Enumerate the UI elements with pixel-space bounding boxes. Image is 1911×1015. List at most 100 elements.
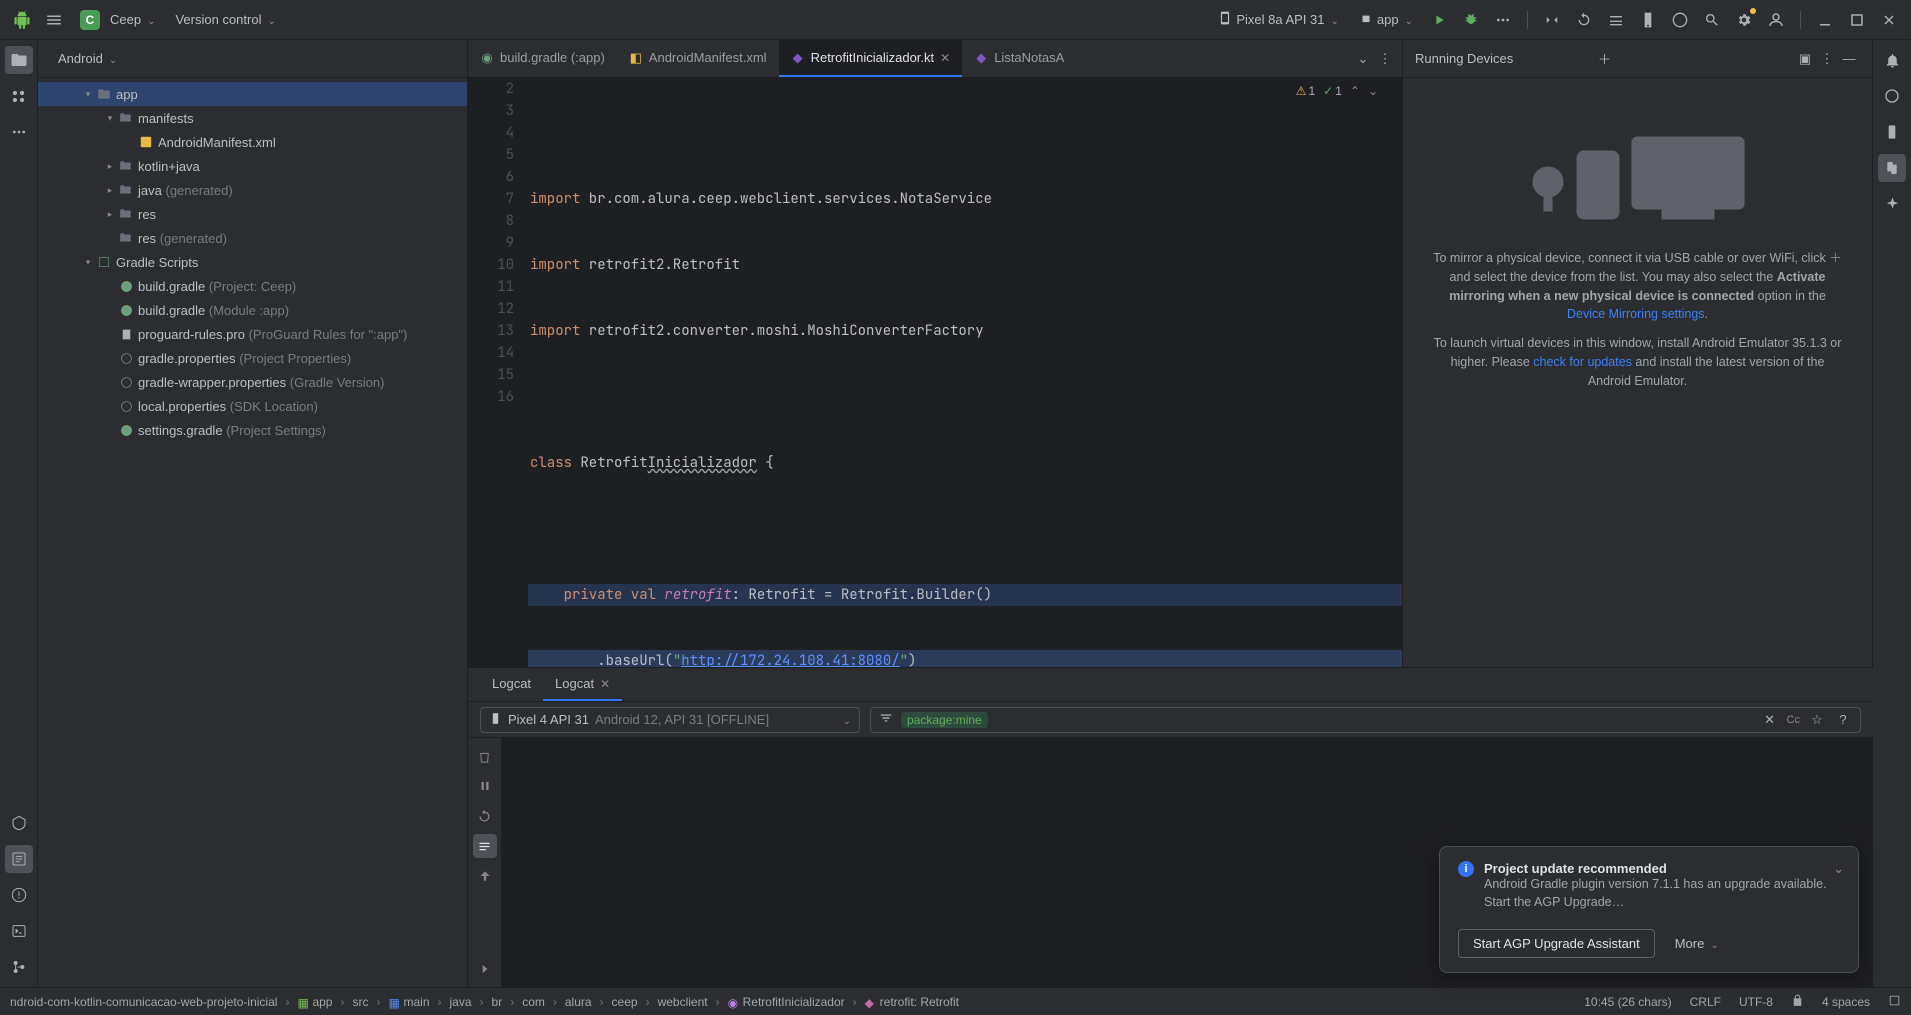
run-config-selector[interactable]: app xyxy=(1351,7,1421,32)
kotlin-icon: ◆ xyxy=(791,51,805,65)
close-window-icon[interactable] xyxy=(1875,6,1903,34)
main-menu-icon[interactable] xyxy=(40,6,68,34)
android-logo-icon[interactable] xyxy=(8,6,36,34)
tab-retrofit-init[interactable]: ◆RetrofitInicializador.kt✕ xyxy=(779,40,963,77)
resource-manager-icon[interactable] xyxy=(5,82,33,110)
tab-dropdown-icon[interactable]: ⌄ xyxy=(1352,48,1374,70)
run-button[interactable] xyxy=(1425,6,1453,34)
logcat-device-selector[interactable]: Pixel 4 API 31 Android 12, API 31 [OFFLI… xyxy=(480,707,860,733)
android-icon xyxy=(1359,11,1373,28)
tree-node-gradle-wrapper[interactable]: gradle-wrapper.properties (Gradle Versio… xyxy=(38,370,467,394)
settings-icon[interactable] xyxy=(1730,6,1758,34)
minimize-window-icon[interactable] xyxy=(1811,6,1839,34)
tree-node-build-gradle-module[interactable]: build.gradle (Module :app) xyxy=(38,298,467,322)
running-devices-shortcut-icon[interactable] xyxy=(1634,6,1662,34)
tree-node-gradle-scripts[interactable]: ▾Gradle Scripts xyxy=(38,250,467,274)
tab-manifest[interactable]: ◧AndroidManifest.xml xyxy=(617,40,779,77)
tree-node-java-gen[interactable]: ▸java (generated) xyxy=(38,178,467,202)
encoding-label[interactable]: UTF-8 xyxy=(1739,995,1773,1009)
running-devices-icon[interactable] xyxy=(1878,154,1906,182)
logcat-tool-icon[interactable] xyxy=(5,845,33,873)
gemini-icon[interactable] xyxy=(1878,190,1906,218)
favorite-filter-icon[interactable]: ☆ xyxy=(1808,711,1826,729)
logcat-tool-tab[interactable]: Logcat xyxy=(480,668,543,701)
version-control-dropdown[interactable]: Version control xyxy=(167,8,283,31)
tree-node-gradle-properties[interactable]: gradle.properties (Project Properties) xyxy=(38,346,467,370)
notification-expand-icon[interactable]: ⌄ xyxy=(1833,861,1844,877)
logcat-filter-input[interactable]: package:mine ✕ Cc ☆ ? xyxy=(870,707,1861,733)
device-mirroring-settings-link[interactable]: Device Mirroring settings xyxy=(1567,307,1705,321)
tree-node-app[interactable]: ▾app xyxy=(38,82,467,106)
project-tree[interactable]: ▾app ▾manifests AndroidManifest.xml ▸kot… xyxy=(38,78,467,987)
restart-log-icon[interactable] xyxy=(473,804,497,828)
debug-button[interactable] xyxy=(1457,6,1485,34)
close-tab-icon[interactable]: ✕ xyxy=(940,51,950,65)
expand-tools-icon[interactable] xyxy=(473,957,497,981)
more-tools-icon[interactable] xyxy=(5,118,33,146)
phone-icon xyxy=(489,712,502,728)
options-icon[interactable]: ⋮ xyxy=(1816,48,1838,70)
search-everywhere-icon[interactable] xyxy=(1698,6,1726,34)
window-mode-icon[interactable]: ▣ xyxy=(1794,48,1816,70)
tree-node-kotlin-java[interactable]: ▸kotlin+java xyxy=(38,154,467,178)
account-icon[interactable] xyxy=(1762,6,1790,34)
tree-node-local-properties[interactable]: local.properties (SDK Location) xyxy=(38,394,467,418)
close-logcat-tab-icon[interactable]: ✕ xyxy=(600,677,610,691)
code-editor[interactable]: 2345678910111213141516 import br.com.alu… xyxy=(468,78,1402,667)
problems-tool-icon[interactable] xyxy=(5,881,33,909)
device-manager-icon[interactable] xyxy=(1878,118,1906,146)
clear-log-icon[interactable] xyxy=(473,744,497,768)
gradle-panel-icon[interactable] xyxy=(1878,82,1906,110)
start-agp-upgrade-button[interactable]: Start AGP Upgrade Assistant xyxy=(1458,929,1655,958)
tree-node-proguard[interactable]: proguard-rules.pro (ProGuard Rules for "… xyxy=(38,322,467,346)
gradle-icon: ◉ xyxy=(480,51,494,65)
breadcrumb-bar[interactable]: ndroid-com-kotlin-comunicacao-web-projet… xyxy=(10,995,1580,1009)
tree-node-res[interactable]: ▸res xyxy=(38,202,467,226)
add-device-button[interactable]: ＋ xyxy=(1594,48,1616,70)
status-menu-icon[interactable] xyxy=(1888,994,1901,1010)
tree-node-manifests[interactable]: ▾manifests xyxy=(38,106,467,130)
device-selector[interactable]: Pixel 8a API 31 xyxy=(1210,7,1347,32)
sync-icon[interactable] xyxy=(1570,6,1598,34)
phone-icon xyxy=(1218,11,1232,28)
notification-more-dropdown[interactable]: More xyxy=(1667,932,1727,955)
tree-node-androidmanifest[interactable]: AndroidManifest.xml xyxy=(38,130,467,154)
gradle-elephant-icon[interactable] xyxy=(1666,6,1694,34)
more-actions-icon[interactable] xyxy=(1489,6,1517,34)
project-tool-icon[interactable] xyxy=(5,46,33,74)
rd-emulator-instructions: To launch virtual devices in this window… xyxy=(1431,334,1844,390)
tab-build-gradle[interactable]: ◉build.gradle (:app) xyxy=(468,40,617,77)
scroll-to-end-icon[interactable] xyxy=(473,834,497,858)
notification-card: ⌄ i Project update recommended Android G… xyxy=(1439,846,1859,973)
project-view-selector[interactable]: Android xyxy=(50,47,125,70)
line-separator-label[interactable]: CRLF xyxy=(1690,995,1721,1009)
project-badge-icon: C xyxy=(80,10,100,30)
filter-pill: package:mine xyxy=(901,712,988,728)
indent-label[interactable]: 4 spaces xyxy=(1822,995,1870,1009)
sync-status-icon[interactable] xyxy=(1602,6,1630,34)
version-control-tool-icon[interactable] xyxy=(5,953,33,981)
maximize-window-icon[interactable] xyxy=(1843,6,1871,34)
project-selector[interactable]: C Ceep xyxy=(72,6,163,34)
pause-log-icon[interactable] xyxy=(473,774,497,798)
tab-listanotas[interactable]: ◆ListaNotasA xyxy=(962,40,1076,77)
app-quality-icon[interactable] xyxy=(5,809,33,837)
tree-node-res-gen[interactable]: res (generated) xyxy=(38,226,467,250)
previous-item-icon[interactable] xyxy=(473,864,497,888)
cursor-position-label[interactable]: 10:45 (26 chars) xyxy=(1584,995,1671,1009)
filter-help-icon[interactable]: ? xyxy=(1834,711,1852,729)
clear-filter-icon[interactable]: ✕ xyxy=(1761,711,1779,729)
logcat-inner-tab[interactable]: Logcat✕ xyxy=(543,668,622,701)
case-sensitive-toggle[interactable]: Cc xyxy=(1787,714,1800,726)
minimize-panel-icon[interactable]: — xyxy=(1838,48,1860,70)
rd-mirror-instructions: To mirror a physical device, connect it … xyxy=(1431,249,1844,324)
editor-tabs: ◉build.gradle (:app) ◧AndroidManifest.xm… xyxy=(468,40,1402,78)
terminal-tool-icon[interactable] xyxy=(5,917,33,945)
notifications-icon[interactable] xyxy=(1878,46,1906,74)
read-only-toggle-icon[interactable] xyxy=(1791,994,1804,1010)
tree-node-settings-gradle[interactable]: settings.gradle (Project Settings) xyxy=(38,418,467,442)
check-for-updates-link[interactable]: check for updates xyxy=(1533,355,1632,369)
tree-node-build-gradle-project[interactable]: build.gradle (Project: Ceep) xyxy=(38,274,467,298)
tab-options-icon[interactable]: ⋮ xyxy=(1374,48,1396,70)
code-with-me-icon[interactable] xyxy=(1538,6,1566,34)
